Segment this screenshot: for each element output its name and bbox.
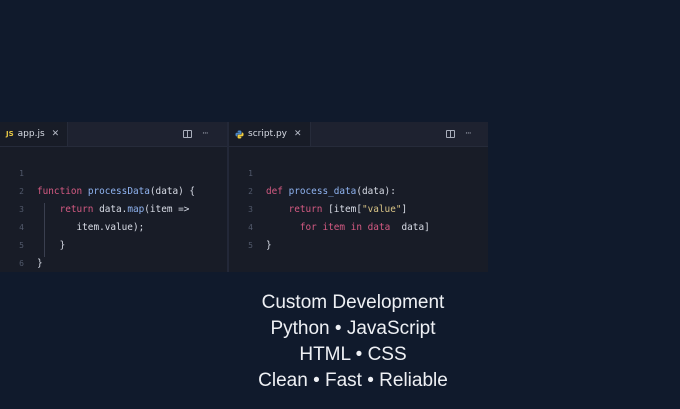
editor-pane-left: JS app.js ✕ ··· 1 2 function processData(… xyxy=(0,122,227,272)
code-line: 1 xyxy=(0,165,195,183)
code-line: 2 function processData(data) { xyxy=(0,183,195,201)
tab-app-js[interactable]: JS app.js ✕ xyxy=(0,122,69,146)
tab-filename: app.js xyxy=(17,129,45,139)
caption-line: HTML • CSS xyxy=(299,344,407,365)
line-number: 3 xyxy=(19,205,24,214)
line-number: 3 xyxy=(248,205,253,214)
line-number: 5 xyxy=(248,241,253,250)
editor-actions-right: ··· xyxy=(446,122,472,146)
code-area-right[interactable]: 1 2 def process_data(data): 3 return [ite… xyxy=(229,165,430,273)
code-line: 4 item.value); xyxy=(0,219,195,237)
more-actions-icon[interactable]: ··· xyxy=(465,130,472,139)
line-number: 2 xyxy=(19,187,24,196)
line-number: 4 xyxy=(248,223,253,232)
tab-filename: script.py xyxy=(248,129,287,139)
video-frame: JS app.js ✕ ··· 1 2 function processData(… xyxy=(0,0,680,409)
line-number: 1 xyxy=(248,169,253,178)
caption-block: Custom Development Python • JavaScript H… xyxy=(186,290,520,394)
code-line: 2 def process_data(data): xyxy=(229,183,430,201)
code-editor: JS app.js ✕ ··· 1 2 function processData(… xyxy=(0,122,488,272)
code-line: 1 xyxy=(229,165,430,183)
js-file-icon: JS xyxy=(6,130,14,138)
tab-bar-left: JS app.js ✕ ··· xyxy=(0,122,227,147)
line-number: 2 xyxy=(248,187,253,196)
code-line: 5 } xyxy=(0,237,195,255)
code-line: 4 for item in data data] xyxy=(229,219,430,237)
more-actions-icon[interactable]: ··· xyxy=(202,130,209,139)
python-file-icon xyxy=(235,129,244,139)
line-number: 1 xyxy=(19,169,24,178)
close-icon[interactable]: ✕ xyxy=(52,129,60,139)
code-line: 3 return [item["value"] xyxy=(229,201,430,219)
caption-line: Clean • Fast • Reliable xyxy=(258,370,448,391)
line-number: 4 xyxy=(19,223,24,232)
code-line: 3 return data.map(item => xyxy=(0,201,195,219)
caption-line: Custom Development xyxy=(261,292,445,313)
split-editor-icon[interactable] xyxy=(446,130,455,138)
editor-pane-right: script.py ✕ ··· 1 2 def process_data(data… xyxy=(227,122,488,272)
code-area-left[interactable]: 1 2 function processData(data) { 3 return… xyxy=(0,165,195,273)
line-number: 6 xyxy=(19,259,24,268)
tab-bar-right: script.py ✕ ··· xyxy=(229,122,488,147)
code-line: 6} xyxy=(0,255,195,273)
line-number: 5 xyxy=(19,241,24,250)
tab-script-py[interactable]: script.py ✕ xyxy=(229,122,311,146)
editor-actions-left: ··· xyxy=(183,122,209,146)
close-icon[interactable]: ✕ xyxy=(294,129,302,139)
caption-line: Python • JavaScript xyxy=(270,318,436,339)
split-editor-icon[interactable] xyxy=(183,130,192,138)
code-line: 5} xyxy=(229,237,430,255)
